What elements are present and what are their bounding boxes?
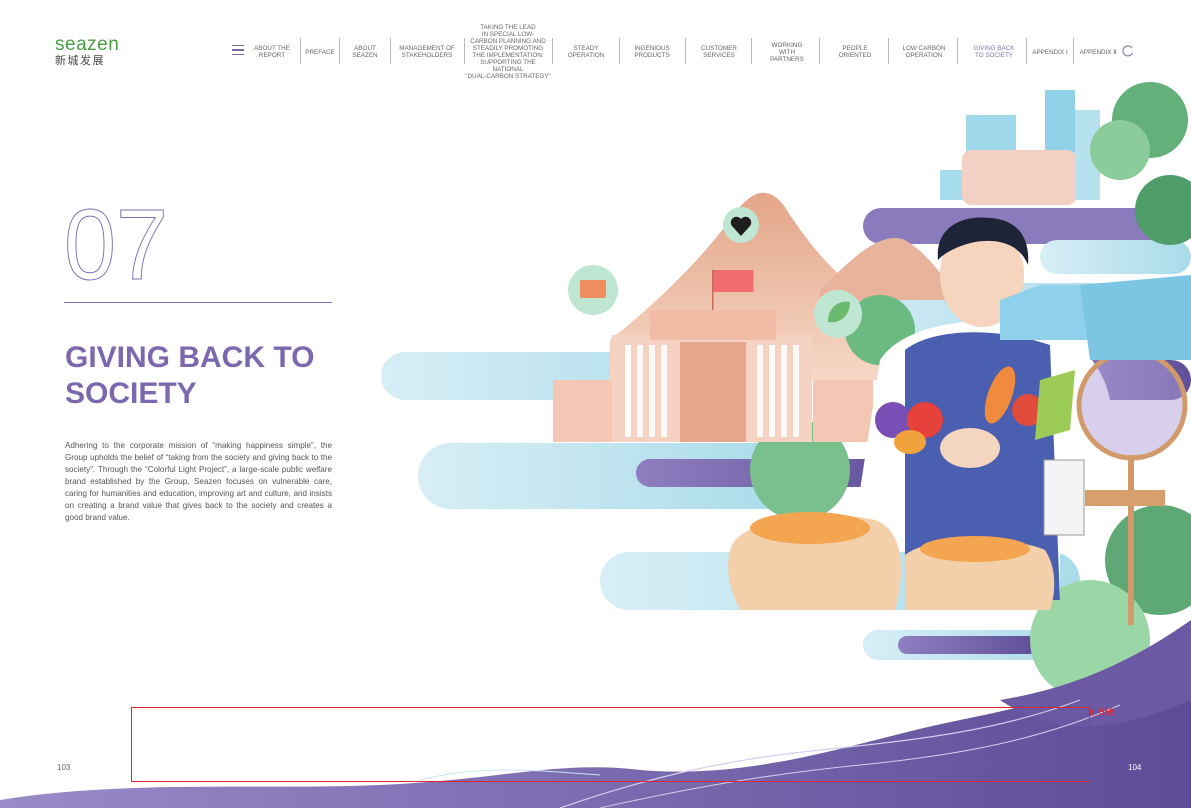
trees	[750, 82, 1191, 700]
logo-chinese-name: 新城发展	[55, 54, 105, 67]
nav-divider	[685, 38, 686, 64]
cloud-bands	[381, 208, 1191, 660]
annotation-label: b_555	[1089, 707, 1115, 717]
nav-management-of-stakeholders[interactable]: MANAGEMENT OF STAKEHOLDERS	[394, 30, 460, 74]
vegetables	[875, 366, 1075, 468]
refresh-icon[interactable]	[1122, 45, 1134, 57]
logo-wordmark: seazen	[55, 34, 120, 55]
nav-low-carbon-planning[interactable]: TAKING THE LEAD IN SPECIAL LOW- CARBON P…	[465, 24, 551, 80]
nav-divider	[619, 38, 620, 64]
icon-bubbles	[568, 207, 862, 338]
chapter-number: 07	[64, 194, 169, 284]
nav-divider	[751, 38, 752, 64]
nav-divider	[957, 38, 958, 64]
volunteer-figure	[860, 217, 1115, 600]
nav-divider	[552, 38, 553, 64]
nav-divider	[300, 38, 301, 64]
nav-divider	[1073, 38, 1074, 64]
nav-about-seazen[interactable]: ABOUT SEAZEN	[343, 30, 387, 74]
nav-giving-back-to-society[interactable]: GIVING BACK TO SOCIETY	[961, 30, 1027, 74]
nav-low-carbon-operation[interactable]: LOW CARBON OPERATION	[891, 30, 957, 74]
nav-divider	[339, 38, 340, 64]
nav-people-oriented[interactable]: PEOPLE ORIENTED	[823, 30, 887, 74]
nav-customer-services[interactable]: CUSTOMER SERVICES	[688, 30, 750, 74]
chapter-title: GIVING BACK TO SOCIETY	[65, 341, 315, 410]
nav-about-the-report[interactable]: ABOUT THE REPORT	[250, 30, 294, 74]
nav-preface[interactable]: PREFACE	[303, 30, 337, 74]
page-number-left: 103	[57, 763, 71, 772]
city-buildings	[940, 90, 1100, 205]
hamburger-menu-icon[interactable]	[232, 45, 244, 56]
nav-appendix-2[interactable]: APPENDIX Ⅱ	[1076, 30, 1120, 74]
seazen-logo[interactable]: seazen 新城发展	[55, 34, 135, 67]
annotation-box	[131, 707, 1090, 782]
page-number-right: 104	[1128, 763, 1142, 772]
chapter-intro-text: Adhering to the corporate mission of “ma…	[65, 441, 332, 522]
nav-divider	[1026, 38, 1027, 64]
nav-ingenious-products[interactable]: INGENIOUS PRODUCTS	[621, 30, 683, 74]
chapter-number-text: 07	[64, 194, 168, 284]
nav-working-with-partners[interactable]: WORKING WITH PARTNERS	[755, 30, 819, 74]
title-divider	[64, 302, 332, 303]
mountains	[610, 192, 960, 380]
hall-building	[553, 270, 873, 442]
nav-appendix-1[interactable]: APPENDIX Ⅰ	[1028, 30, 1072, 74]
nav-steady-operation[interactable]: STEADY OPERATION	[555, 30, 617, 74]
nav-divider	[390, 38, 391, 64]
houses	[1000, 275, 1191, 360]
nav-divider	[819, 38, 820, 64]
magnifier-sign	[1076, 349, 1188, 625]
nav-divider	[888, 38, 889, 64]
rice-sacks	[728, 512, 1055, 610]
